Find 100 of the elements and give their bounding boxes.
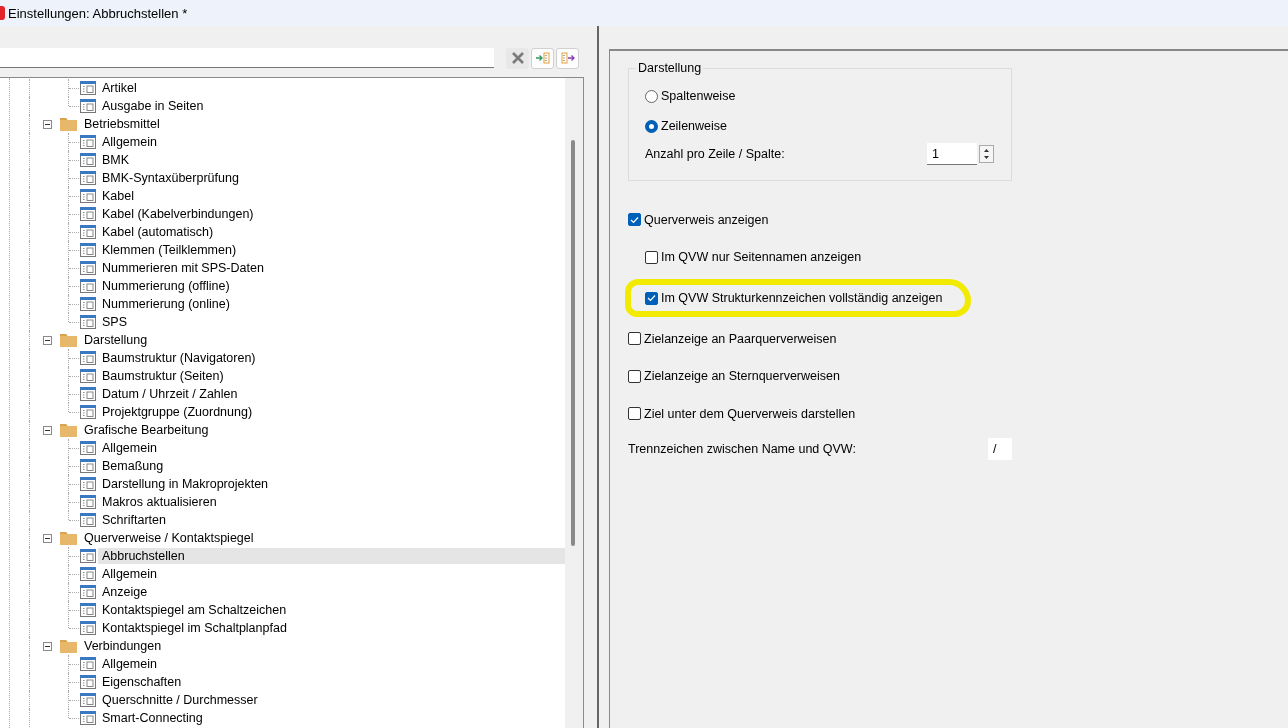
tree-folder[interactable]: Querverweise / Kontaktspiegel bbox=[83, 531, 255, 545]
settings-page-icon bbox=[80, 405, 96, 419]
separator-field[interactable]: / bbox=[988, 437, 1012, 460]
tree-item[interactable]: Smart-Connecting bbox=[98, 710, 565, 726]
checkbox-label: Zielanzeige an Sternquerverweisen bbox=[644, 369, 840, 384]
tree-item[interactable]: Allgemein bbox=[98, 134, 565, 150]
checkbox-label: Zielanzeige an Paarquerverweisen bbox=[644, 331, 837, 346]
tree-item[interactable]: Projektgruppe (Zuordnung) bbox=[98, 404, 565, 420]
toolbar-button[interactable] bbox=[556, 47, 579, 69]
tree-item[interactable]: SPS bbox=[98, 314, 565, 330]
settings-page-icon bbox=[80, 171, 96, 185]
search-field[interactable] bbox=[0, 48, 494, 68]
collapse-toggle-icon[interactable] bbox=[43, 119, 52, 129]
settings-page-icon bbox=[80, 315, 96, 329]
settings-page-icon bbox=[80, 387, 96, 401]
tree-item[interactable]: Allgemein bbox=[98, 440, 565, 456]
checkbox-label: Im QVW nur Seitennamen anzeigen bbox=[661, 250, 862, 265]
folder-icon bbox=[60, 531, 77, 545]
tree-item[interactable]: Baumstruktur (Navigatoren) bbox=[98, 350, 565, 366]
collapse-toggle-icon[interactable] bbox=[43, 425, 52, 435]
tree-item[interactable]: Artikel bbox=[98, 80, 565, 96]
settings-page-icon bbox=[80, 243, 96, 257]
tree-item[interactable]: Kontaktspiegel am Schaltzeichen bbox=[98, 602, 565, 618]
settings-page-icon bbox=[80, 585, 96, 599]
radio-label: Spaltenweise bbox=[661, 89, 736, 103]
settings-page-icon bbox=[80, 207, 96, 221]
settings-page-icon bbox=[80, 441, 96, 455]
tree-item[interactable]: Allgemein bbox=[98, 656, 565, 672]
checkbox-label: Ziel unter dem Querverweis darstellen bbox=[644, 406, 856, 421]
app-icon bbox=[0, 6, 5, 20]
settings-page-icon bbox=[80, 135, 96, 149]
settings-page-icon bbox=[80, 657, 96, 671]
collapse-toggle-icon[interactable] bbox=[43, 335, 52, 345]
settings-page-icon bbox=[80, 693, 96, 707]
tree-item[interactable]: Eigenschaften bbox=[98, 674, 565, 690]
settings-page-icon bbox=[80, 675, 96, 689]
tree-item[interactable]: Schriftarten bbox=[98, 512, 565, 528]
collapse-toggle-icon[interactable] bbox=[43, 533, 52, 543]
folder-icon bbox=[60, 117, 77, 131]
settings-page-icon bbox=[80, 711, 96, 725]
checkbox[interactable] bbox=[628, 369, 641, 383]
tree-item[interactable]: Nummerierung (online) bbox=[98, 296, 565, 312]
tree-item[interactable]: Bemaßung bbox=[98, 458, 565, 474]
checkbox-label: Im QVW Strukturkennzeichen vollständig anzeigen bbox=[661, 291, 943, 305]
radio-button[interactable] bbox=[645, 119, 658, 133]
tree-item[interactable]: Datum / Uhrzeit / Zahlen bbox=[98, 386, 565, 402]
group-title: Darstellung bbox=[637, 61, 703, 75]
settings-page-icon bbox=[80, 279, 96, 293]
tree-folder[interactable]: Darstellung bbox=[83, 333, 149, 347]
settings-page-icon bbox=[80, 603, 96, 617]
settings-page-icon bbox=[80, 495, 96, 509]
settings-page-icon bbox=[80, 477, 96, 491]
checkbox[interactable] bbox=[645, 291, 658, 305]
folder-icon bbox=[60, 333, 77, 347]
count-field[interactable]: 1 bbox=[927, 143, 977, 165]
scrollbar-thumb[interactable] bbox=[571, 140, 575, 546]
settings-page-icon bbox=[80, 369, 96, 383]
arrow-out-of-list-icon bbox=[560, 52, 575, 64]
tree-item[interactable]: BMK-Syntaxüberprüfung bbox=[98, 170, 565, 186]
window-title: Einstellungen: Abbruchstellen * bbox=[8, 5, 188, 21]
separator-label: Trennzeichen zwischen Name und QVW: bbox=[628, 441, 856, 456]
tree-item[interactable]: Anzeige bbox=[98, 584, 565, 600]
checkbox[interactable] bbox=[628, 213, 641, 227]
scrollbar[interactable] bbox=[565, 78, 583, 728]
settings-page-icon bbox=[80, 621, 96, 635]
radio-button[interactable] bbox=[645, 89, 658, 103]
tree-item[interactable]: Nummerieren mit SPS-Daten bbox=[98, 260, 565, 276]
tree-item[interactable]: Baumstruktur (Seiten) bbox=[98, 368, 565, 384]
settings-page-icon bbox=[80, 459, 96, 473]
tree-item[interactable]: Kabel (Kabelverbindungen) bbox=[98, 206, 565, 222]
tree-item[interactable]: Klemmen (Teilklemmen) bbox=[98, 242, 565, 258]
tree-item[interactable]: Kabel bbox=[98, 188, 565, 204]
tree-item[interactable]: Querschnitte / Durchmesser bbox=[98, 692, 565, 708]
tree-item[interactable]: Abbruchstellen bbox=[98, 548, 565, 564]
tree-folder[interactable]: Betriebsmittel bbox=[83, 117, 161, 131]
tree-item[interactable]: Allgemein bbox=[98, 566, 565, 582]
arrow-into-list-icon bbox=[535, 52, 550, 64]
clear-button[interactable] bbox=[506, 47, 529, 69]
checkbox-label: Querverweis anzeigen bbox=[644, 212, 769, 227]
tree-item[interactable]: Darstellung in Makroprojekten bbox=[98, 476, 565, 492]
spin-buttons[interactable] bbox=[979, 145, 994, 163]
close-icon bbox=[511, 52, 524, 64]
folder-icon bbox=[60, 423, 77, 437]
tree-item[interactable]: Kabel (automatisch) bbox=[98, 224, 565, 240]
tree-item[interactable]: Makros aktualisieren bbox=[98, 494, 565, 510]
tree-item[interactable]: Kontaktspiegel im Schaltplanpfad bbox=[98, 620, 565, 636]
tree-item[interactable]: Nummerierung (offline) bbox=[98, 278, 565, 294]
checkbox[interactable] bbox=[628, 407, 641, 421]
settings-page-icon bbox=[80, 225, 96, 239]
checkbox[interactable] bbox=[645, 250, 658, 264]
folder-icon bbox=[60, 639, 77, 653]
settings-page-icon bbox=[80, 189, 96, 203]
checkbox[interactable] bbox=[628, 332, 641, 346]
settings-page-icon bbox=[80, 549, 96, 563]
settings-page-icon bbox=[80, 81, 96, 95]
tree-folder[interactable]: Grafische Bearbeitung bbox=[83, 423, 210, 437]
tree-item[interactable]: BMK bbox=[98, 152, 565, 168]
tree-folder[interactable]: Verbindungen bbox=[83, 639, 163, 653]
collapse-toggle-icon[interactable] bbox=[43, 641, 52, 651]
tree-item[interactable]: Ausgabe in Seiten bbox=[98, 98, 565, 114]
